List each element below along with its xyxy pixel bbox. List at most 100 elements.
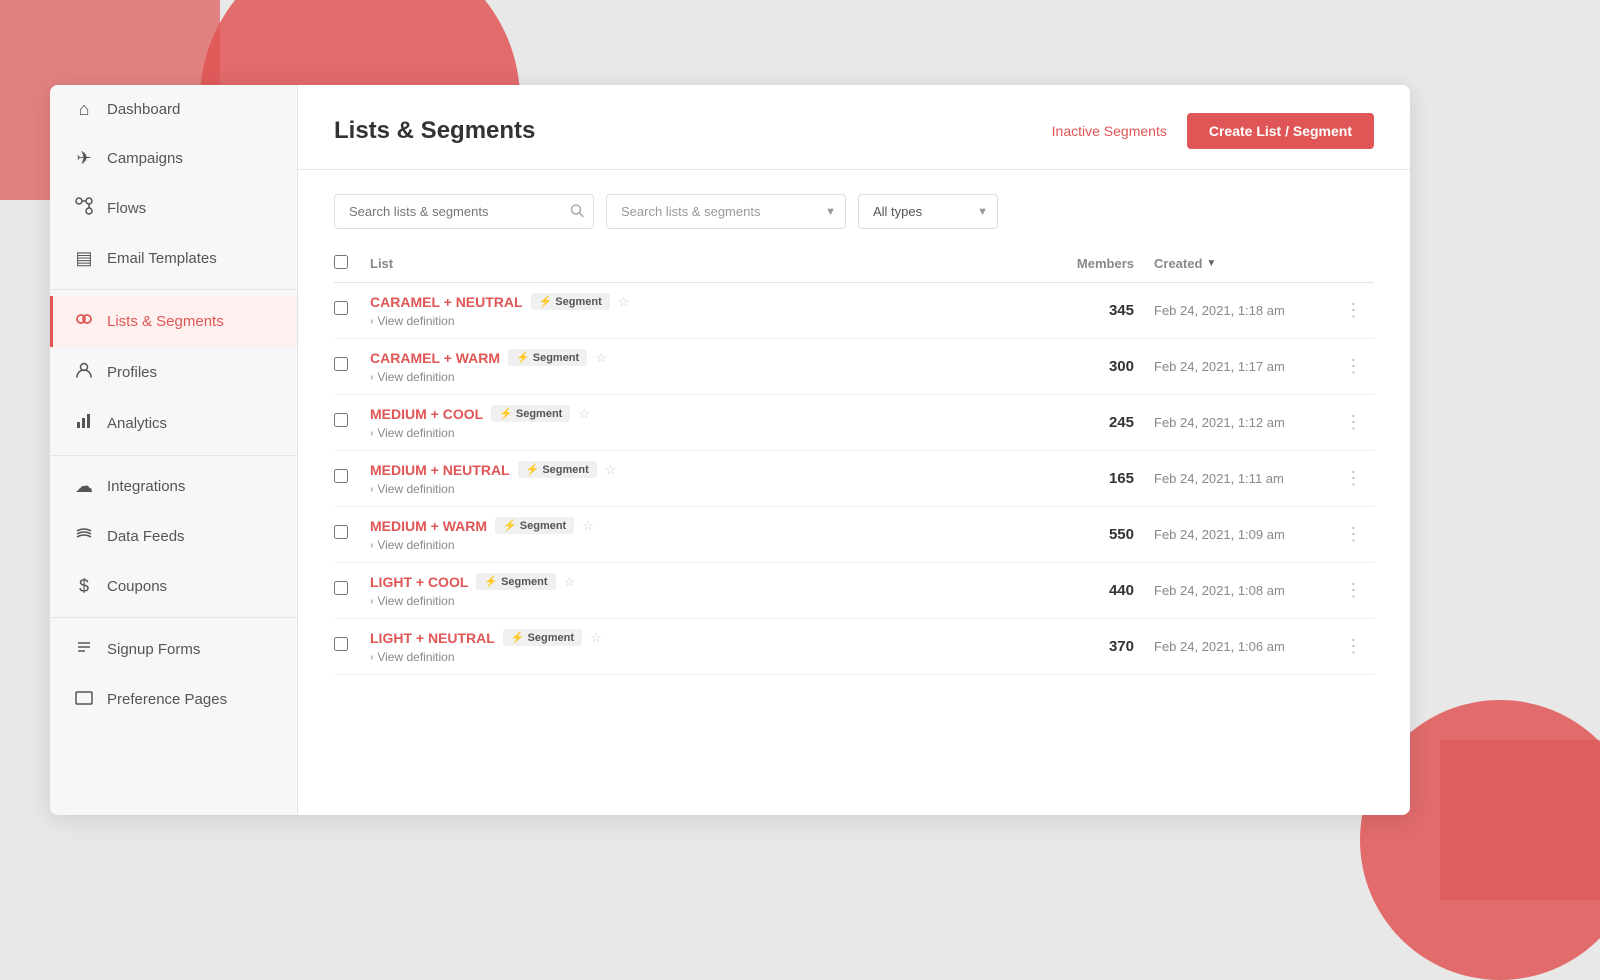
more-options-icon-1[interactable]: ⋮ <box>1345 356 1364 376</box>
row-actions-0: ⋮ <box>1334 300 1374 321</box>
sidebar-item-lists-segments[interactable]: Lists & Segments <box>50 296 297 347</box>
row-checkbox-2 <box>334 413 370 432</box>
list-name-3[interactable]: MEDIUM + NEUTRAL <box>370 462 510 478</box>
view-definition-3[interactable]: › View definition <box>370 482 1034 496</box>
search-input[interactable] <box>334 194 594 229</box>
row-info-6: LIGHT + NEUTRAL ⚡ Segment ☆ › View defin… <box>370 619 1034 674</box>
sidebar-item-preference-pages[interactable]: Preference Pages <box>50 675 297 724</box>
view-definition-label-1: View definition <box>377 370 454 384</box>
row-check-6[interactable] <box>334 637 348 651</box>
row-check-1[interactable] <box>334 357 348 371</box>
star-icon-1[interactable]: ☆ <box>595 350 607 366</box>
list-name-2[interactable]: MEDIUM + COOL <box>370 406 483 422</box>
view-definition-1[interactable]: › View definition <box>370 370 1034 384</box>
select-all-checkbox[interactable] <box>334 255 348 269</box>
row-created-2: Feb 24, 2021, 1:12 am <box>1134 415 1334 430</box>
sidebar-label-coupons: Coupons <box>107 578 167 595</box>
row-name-line-5: LIGHT + COOL ⚡ Segment ☆ <box>370 573 1034 590</box>
data-feeds-icon <box>73 525 95 548</box>
create-list-segment-button[interactable]: Create List / Segment <box>1187 113 1374 149</box>
table-header: List Members Created ▼ <box>334 245 1374 283</box>
flows-icon <box>73 197 95 220</box>
view-definition-2[interactable]: › View definition <box>370 426 1034 440</box>
sort-arrow-icon: ▼ <box>1206 258 1216 269</box>
row-name-line-6: LIGHT + NEUTRAL ⚡ Segment ☆ <box>370 629 1034 646</box>
search-dropdown-wrapper: Search lists & segments ▼ <box>606 194 846 229</box>
bolt-icon-3: ⚡ <box>526 463 540 476</box>
more-options-icon-6[interactable]: ⋮ <box>1345 636 1364 656</box>
bolt-icon-6: ⚡ <box>511 631 525 644</box>
list-name-6[interactable]: LIGHT + NEUTRAL <box>370 630 495 646</box>
sidebar-label-campaigns: Campaigns <box>107 150 183 167</box>
row-members-4: 550 <box>1034 526 1134 543</box>
list-name-4[interactable]: MEDIUM + WARM <box>370 518 487 534</box>
sidebar-item-profiles[interactable]: Profiles <box>50 347 297 398</box>
view-definition-0[interactable]: › View definition <box>370 314 1034 328</box>
sidebar-item-flows[interactable]: Flows <box>50 183 297 234</box>
chevron-right-icon-5: › <box>370 596 373 607</box>
row-actions-2: ⋮ <box>1334 412 1374 433</box>
type-dropdown-wrapper: All types Lists Segments ▼ <box>858 194 998 229</box>
sidebar-item-email-templates[interactable]: ▤ Email Templates <box>50 234 297 283</box>
row-checkbox-3 <box>334 469 370 488</box>
sidebar-item-dashboard[interactable]: ⌂ Dashboard <box>50 85 297 134</box>
view-definition-6[interactable]: › View definition <box>370 650 1034 664</box>
more-options-icon-5[interactable]: ⋮ <box>1345 580 1364 600</box>
row-info-1: CARAMEL + WARM ⚡ Segment ☆ › View defini… <box>370 339 1034 394</box>
row-check-4[interactable] <box>334 525 348 539</box>
more-options-icon-3[interactable]: ⋮ <box>1345 468 1364 488</box>
star-icon-6[interactable]: ☆ <box>590 630 602 646</box>
row-name-line-3: MEDIUM + NEUTRAL ⚡ Segment ☆ <box>370 461 1034 478</box>
table-row: MEDIUM + NEUTRAL ⚡ Segment ☆ › View defi… <box>334 451 1374 507</box>
row-check-2[interactable] <box>334 413 348 427</box>
integrations-icon: ☁ <box>73 476 95 497</box>
star-icon-3[interactable]: ☆ <box>605 462 617 478</box>
row-check-5[interactable] <box>334 581 348 595</box>
star-icon-2[interactable]: ☆ <box>578 406 590 422</box>
bg-rect-bottom-right <box>1440 740 1600 900</box>
star-icon-0[interactable]: ☆ <box>618 294 630 310</box>
row-created-3: Feb 24, 2021, 1:11 am <box>1134 471 1334 486</box>
star-icon-5[interactable]: ☆ <box>564 574 576 590</box>
row-info-5: LIGHT + COOL ⚡ Segment ☆ › View definiti… <box>370 563 1034 618</box>
view-definition-4[interactable]: › View definition <box>370 538 1034 552</box>
segment-badge-4: ⚡ Segment <box>495 517 574 534</box>
search-segments-dropdown[interactable]: Search lists & segments <box>606 194 846 229</box>
sidebar-label-dashboard: Dashboard <box>107 101 180 118</box>
segment-badge-6: ⚡ Segment <box>503 629 582 646</box>
star-icon-4[interactable]: ☆ <box>582 518 594 534</box>
main-content: Lists & Segments Inactive Segments Creat… <box>298 85 1410 815</box>
view-definition-5[interactable]: › View definition <box>370 594 1034 608</box>
row-check-3[interactable] <box>334 469 348 483</box>
table-row: LIGHT + NEUTRAL ⚡ Segment ☆ › View defin… <box>334 619 1374 675</box>
app-container: ⌂ Dashboard ✈ Campaigns Flows ▤ Email Te… <box>50 85 1410 815</box>
sidebar-item-coupons[interactable]: $ Coupons <box>50 562 297 611</box>
list-name-5[interactable]: LIGHT + COOL <box>370 574 468 590</box>
chevron-right-icon-3: › <box>370 484 373 495</box>
list-name-1[interactable]: CARAMEL + WARM <box>370 350 500 366</box>
sidebar-item-campaigns[interactable]: ✈ Campaigns <box>50 134 297 183</box>
bolt-icon-0: ⚡ <box>539 295 553 308</box>
more-options-icon-4[interactable]: ⋮ <box>1345 524 1364 544</box>
list-name-0[interactable]: CARAMEL + NEUTRAL <box>370 294 523 310</box>
created-sort-button[interactable]: Created ▼ <box>1154 256 1334 271</box>
sidebar-item-integrations[interactable]: ☁ Integrations <box>50 462 297 511</box>
sidebar-item-analytics[interactable]: Analytics <box>50 398 297 449</box>
bolt-icon-5: ⚡ <box>484 575 498 588</box>
sidebar-item-data-feeds[interactable]: Data Feeds <box>50 511 297 562</box>
col-members-header: Members <box>1034 256 1134 271</box>
chevron-right-icon-2: › <box>370 428 373 439</box>
row-check-0[interactable] <box>334 301 348 315</box>
sidebar-item-signup-forms[interactable]: Signup Forms <box>50 624 297 675</box>
header-check <box>334 255 370 272</box>
sidebar-label-preference-pages: Preference Pages <box>107 691 227 708</box>
more-options-icon-0[interactable]: ⋮ <box>1345 300 1364 320</box>
row-checkbox-5 <box>334 581 370 600</box>
table-row: CARAMEL + WARM ⚡ Segment ☆ › View defini… <box>334 339 1374 395</box>
more-options-icon-2[interactable]: ⋮ <box>1345 412 1364 432</box>
type-filter-dropdown[interactable]: All types Lists Segments <box>858 194 998 229</box>
table-area: List Members Created ▼ CARAMEL + NEUTRAL <box>298 245 1410 675</box>
sidebar-divider-3 <box>50 617 297 618</box>
inactive-segments-link[interactable]: Inactive Segments <box>1052 123 1167 139</box>
row-checkbox-6 <box>334 637 370 656</box>
